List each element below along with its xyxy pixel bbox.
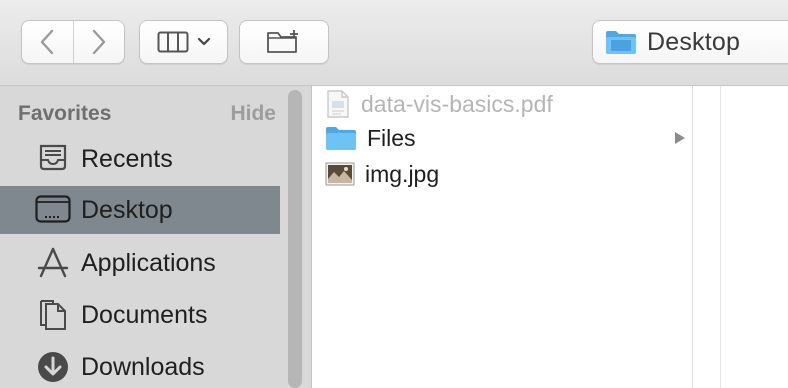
path-popup-button[interactable]: Desktop	[592, 20, 788, 64]
sidebar-item-recents[interactable]: Recents	[0, 135, 280, 183]
toolbar: Desktop	[0, 0, 788, 86]
folder-icon	[326, 127, 356, 150]
favorites-header: Favorites Hide	[18, 102, 276, 126]
desktop-icon	[35, 192, 71, 228]
hide-button[interactable]: Hide	[230, 102, 276, 126]
applications-icon	[35, 245, 71, 281]
documents-icon	[35, 297, 71, 333]
sidebar-item-label: Downloads	[81, 352, 205, 381]
sidebar-item-documents[interactable]: Documents	[0, 291, 280, 339]
forward-button[interactable]	[72, 21, 124, 63]
back-button[interactable]	[22, 21, 73, 63]
file-name: data-vis-basics.pdf	[361, 90, 553, 117]
sidebar: Favorites Hide Recents Desktop Applicati…	[0, 86, 312, 388]
image-file-icon	[325, 162, 355, 186]
sidebar-item-label: Applications	[81, 248, 216, 277]
chevron-right-icon	[92, 29, 106, 55]
file-name: Files	[367, 124, 416, 151]
chevron-left-icon	[41, 29, 54, 55]
file-column: data-vis-basics.pdf Files img.jpg	[313, 86, 693, 388]
path-label: Desktop	[647, 27, 741, 56]
file-row[interactable]: img.jpg	[313, 156, 693, 192]
navigation-buttons	[21, 20, 125, 64]
sidebar-item-label: Recents	[81, 144, 173, 173]
sidebar-item-downloads[interactable]: Downloads	[0, 343, 280, 388]
pdf-file-icon	[327, 90, 349, 118]
finder-window: Desktop Favorites Hide Recents Desktop A…	[0, 0, 788, 388]
sidebar-item-label: Documents	[81, 300, 208, 329]
new-folder-icon	[267, 30, 298, 53]
columns-view-icon	[157, 31, 188, 53]
recents-icon	[35, 141, 71, 177]
disclosure-arrow-icon	[675, 132, 685, 144]
favorites-title: Favorites	[18, 102, 112, 125]
new-folder-button[interactable]	[239, 20, 329, 64]
sidebar-scrollbar[interactable]	[288, 90, 302, 388]
downloads-icon	[35, 349, 71, 385]
file-row[interactable]: Files	[313, 120, 693, 156]
column-divider[interactable]	[720, 86, 721, 388]
file-name: img.jpg	[365, 160, 440, 187]
sidebar-item-label: Desktop	[81, 195, 173, 224]
sidebar-item-desktop[interactable]: Desktop	[0, 186, 280, 234]
sidebar-item-applications[interactable]: Applications	[0, 239, 280, 287]
folder-icon	[606, 31, 636, 54]
file-row[interactable]: data-vis-basics.pdf	[313, 86, 693, 122]
view-options-button[interactable]	[139, 20, 228, 64]
chevron-down-icon	[197, 37, 210, 46]
